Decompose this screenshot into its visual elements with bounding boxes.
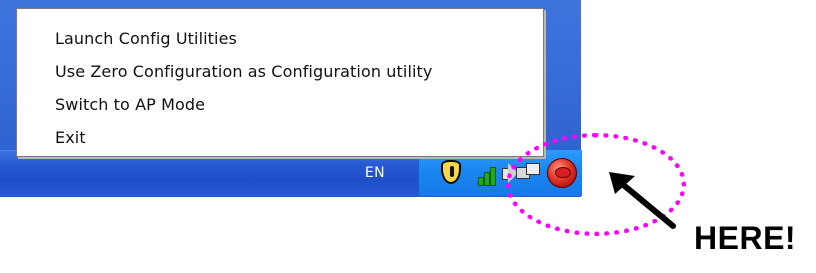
tray-context-menu: Launch Config Utilities Use Zero Configu… bbox=[16, 8, 544, 157]
pointer-arrow-icon bbox=[609, 172, 676, 229]
menu-item-exit[interactable]: Exit bbox=[18, 122, 542, 153]
here-callout: HERE! bbox=[694, 220, 797, 256]
menu-item-launch-config-utilities[interactable]: Launch Config Utilities bbox=[18, 23, 542, 54]
menu-item-switch-to-ap-mode[interactable]: Switch to AP Mode bbox=[18, 89, 542, 120]
signal-icon[interactable] bbox=[478, 162, 500, 186]
menu-item-use-zero-configuration[interactable]: Use Zero Configuration as Configuration … bbox=[18, 56, 542, 87]
